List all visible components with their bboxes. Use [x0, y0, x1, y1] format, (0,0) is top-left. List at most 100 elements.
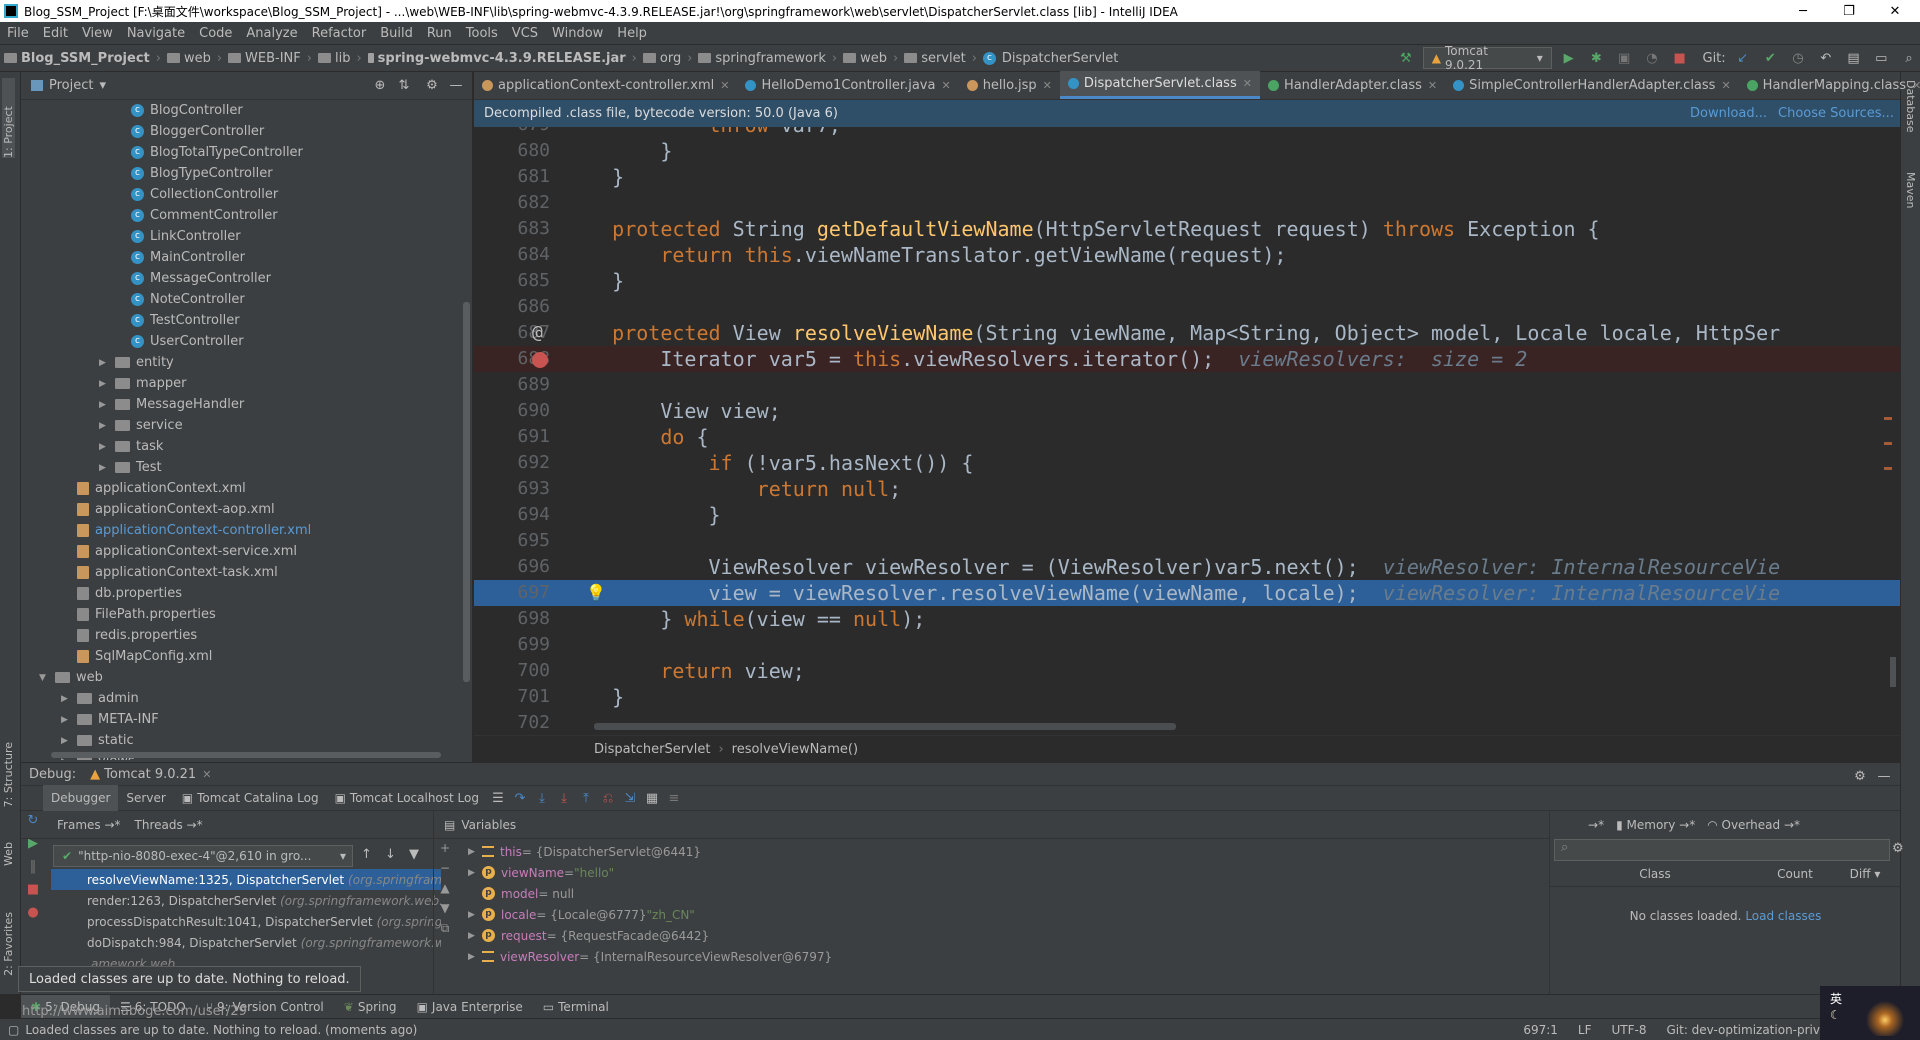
ime-indicator[interactable]: 英	[1830, 990, 1842, 1007]
crumb-dispatcherservlet[interactable]: c DispatcherServlet	[979, 51, 1122, 66]
code-line[interactable]: 685 }	[474, 268, 1900, 294]
chevron-right-icon[interactable]: ▶	[99, 358, 111, 368]
threads-tab[interactable]: Threads →*	[135, 818, 203, 832]
line-number[interactable]: 694	[474, 502, 550, 528]
column-diff[interactable]: Diff ▾	[1830, 867, 1900, 886]
variable-row[interactable]: ▶ this = {DispatcherServlet@6441}	[468, 841, 701, 862]
project-structure-icon[interactable]: ▤	[1843, 47, 1865, 69]
chevron-right-icon[interactable]: ▶	[468, 868, 482, 878]
line-number[interactable]: 693	[474, 476, 550, 502]
intention-bulb-icon[interactable]: 💡	[586, 580, 606, 606]
remove-watch-icon[interactable]: −	[440, 861, 450, 875]
git-history-icon[interactable]: ◷	[1787, 47, 1809, 69]
force-step-into-icon[interactable]: ⤓	[553, 787, 575, 809]
choose-sources-link[interactable]: Choose Sources...	[1778, 106, 1894, 121]
breakpoint-icon[interactable]	[532, 352, 548, 368]
code-line[interactable]: 698 } while(view == null);	[474, 606, 1900, 632]
stack-frame[interactable]: render:1263, DispatcherServlet (org.sprin…	[51, 890, 441, 911]
tree-item[interactable]: c BlogTypeController	[21, 163, 461, 184]
gear-icon[interactable]: ⚙	[1892, 841, 1904, 856]
tree-item[interactable]: c LinkController	[21, 226, 461, 247]
crumb-project[interactable]: Blog_SSM_Project	[0, 51, 154, 66]
menu-build[interactable]: Build	[373, 26, 420, 41]
stop-icon[interactable]: ■	[1669, 47, 1691, 69]
code-line[interactable]: 701 }	[474, 684, 1900, 710]
code-line[interactable]: 697 view = viewResolver.resolveViewName(…	[474, 580, 1900, 606]
code-line[interactable]: 695	[474, 528, 1900, 554]
chevron-right-icon[interactable]: ▶	[61, 736, 73, 746]
menu-help[interactable]: Help	[610, 26, 654, 41]
editor-tab[interactable]: HandlerMapping.class ✕	[1739, 71, 1920, 99]
download-sources-link[interactable]: Download...	[1690, 106, 1767, 121]
tab-server[interactable]: Server	[118, 785, 173, 811]
code-editor[interactable]: 679 throw var7;680 }681 }682683 protecte…	[474, 127, 1900, 735]
locate-file-icon[interactable]: ⊕	[369, 75, 391, 97]
move-up-icon[interactable]: ▲	[440, 881, 449, 895]
terminal-tool-tab[interactable]: ▭ Terminal	[533, 1000, 619, 1014]
tree-item[interactable]: c TestController	[21, 310, 461, 331]
hide-panel-icon[interactable]: —	[445, 75, 467, 97]
code-line[interactable]: 682	[474, 190, 1900, 216]
tree-item[interactable]: ▶ MessageHandler	[21, 394, 461, 415]
load-classes-link[interactable]: Load classes	[1745, 909, 1821, 923]
code-line[interactable]: 681 }	[474, 164, 1900, 190]
line-number[interactable]: 681	[474, 164, 550, 190]
tree-item[interactable]: c BlogTotalTypeController	[21, 142, 461, 163]
code-line[interactable]: 696 ViewResolver viewResolver = (ViewRes…	[474, 554, 1900, 580]
stack-frame[interactable]: resolveViewName:1325, DispatcherServlet(…	[51, 869, 441, 890]
structure-tool-tab[interactable]: 7: Structure	[2, 742, 15, 807]
tree-item[interactable]: c MessageController	[21, 268, 461, 289]
tree-scrollbar[interactable]	[463, 302, 470, 682]
line-number[interactable]: 686	[474, 294, 550, 320]
close-tab-icon[interactable]: ✕	[941, 79, 950, 92]
tree-item[interactable]: ▶ task	[21, 436, 461, 457]
memory-tab[interactable]: ▮ Memory →*	[1616, 818, 1695, 832]
search-everywhere-icon[interactable]: ⌕	[1898, 47, 1920, 69]
chevron-right-icon[interactable]: ▶	[99, 379, 111, 389]
menu-code[interactable]: Code	[192, 26, 239, 41]
line-number[interactable]: 702	[474, 710, 550, 735]
hide-panel-icon[interactable]: —	[1873, 765, 1895, 787]
code-line[interactable]: 693 return null;	[474, 476, 1900, 502]
chevron-right-icon[interactable]: ▶	[99, 400, 111, 410]
variable-row[interactable]: ▶ p request = {RequestFacade@6442}	[468, 925, 709, 946]
move-down-icon[interactable]: ▼	[440, 901, 449, 915]
frames-tab[interactable]: Frames →*	[57, 818, 121, 832]
code-line[interactable]: 694 }	[474, 502, 1900, 528]
minimize-button[interactable]: ─	[1780, 0, 1826, 22]
breadcrumb-method[interactable]: resolveViewName()	[732, 742, 858, 757]
code-line[interactable]: 684 return this.viewNameTranslator.getVi…	[474, 242, 1900, 268]
variable-row[interactable]: ▶ viewResolver = {InternalResourceViewRes…	[468, 946, 832, 967]
close-tab-icon[interactable]: ✕	[1243, 77, 1252, 90]
tree-item[interactable]: ▶ entity	[21, 352, 461, 373]
tree-item[interactable]: c BloggerController	[21, 121, 461, 142]
chevron-right-icon[interactable]: ▶	[99, 442, 111, 452]
gear-icon[interactable]: ⚙	[1849, 765, 1871, 787]
chevron-right-icon[interactable]: ▶	[61, 715, 73, 725]
line-number[interactable]: 695	[474, 528, 550, 554]
run-to-cursor-icon[interactable]: ⇲	[619, 787, 641, 809]
tab-debugger[interactable]: Debugger	[43, 785, 119, 811]
line-number[interactable]: 683	[474, 216, 550, 242]
tree-item[interactable]: ▶ META-INF	[21, 709, 461, 730]
show-execution-point-icon[interactable]: ☰	[487, 787, 509, 809]
crumb-web[interactable]: web	[163, 51, 215, 66]
line-number[interactable]: 699	[474, 632, 550, 658]
tree-item[interactable]: ▶ static	[21, 730, 461, 751]
menu-run[interactable]: Run	[420, 26, 459, 41]
presentation-icon[interactable]: ▭	[1870, 47, 1892, 69]
close-tab-icon[interactable]: ✕	[720, 79, 729, 92]
line-number[interactable]: 698	[474, 606, 550, 632]
variable-row[interactable]: ▶ p viewName = "hello"	[468, 862, 614, 883]
tree-item[interactable]: c UserController	[21, 331, 461, 352]
editor-tab[interactable]: hello.jsp ✕	[959, 71, 1060, 99]
tree-item[interactable]: ▶ Test	[21, 457, 461, 478]
run-config-select[interactable]: ▲ Tomcat 9.0.21 ▾	[1422, 44, 1552, 72]
memory-search-input[interactable]: ⌕	[1554, 839, 1890, 861]
step-over-icon[interactable]: ↷	[509, 787, 531, 809]
crumb-web-pkg[interactable]: web	[839, 51, 891, 66]
editor-tab[interactable]: HandlerAdapter.class ✕	[1260, 71, 1445, 99]
caret-position[interactable]: 697:1	[1523, 1023, 1558, 1037]
evaluate-expression-icon[interactable]: ▦	[641, 787, 663, 809]
git-commit-icon[interactable]: ✔	[1759, 47, 1781, 69]
